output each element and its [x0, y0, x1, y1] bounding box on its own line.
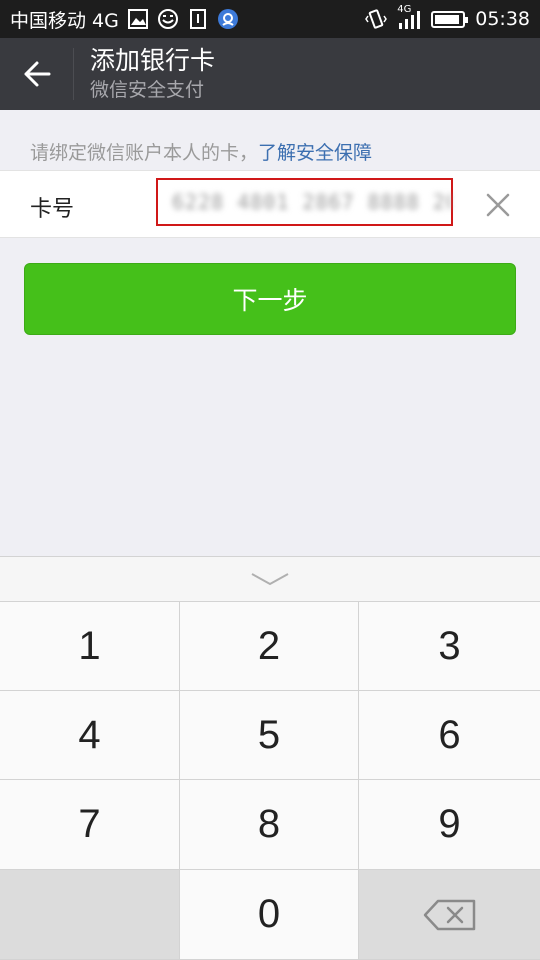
key-4[interactable]: 4	[0, 691, 180, 780]
gallery-icon	[127, 9, 148, 29]
key-2[interactable]: 2	[180, 602, 359, 691]
backspace-icon	[423, 899, 475, 930]
carrier-label: 中国移动 4G	[10, 9, 119, 32]
security-link[interactable]: 了解安全保障	[258, 142, 372, 164]
battery-icon	[431, 10, 469, 28]
status-right: 4G 05:38	[365, 4, 530, 30]
status-time: 05:38	[475, 8, 530, 30]
key-3[interactable]: 3	[359, 602, 540, 691]
next-button[interactable]: 下一步	[24, 263, 516, 335]
security-notice: 请绑定微信账户本人的卡，了解安全保障	[30, 138, 372, 165]
keypad-collapse-handle[interactable]	[0, 557, 540, 602]
key-blank	[0, 870, 180, 960]
key-delete[interactable]	[359, 870, 540, 960]
title-group: 添加银行卡 微信安全支付	[90, 45, 215, 103]
key-5[interactable]: 5	[180, 691, 359, 780]
card-number-highlight	[156, 178, 453, 226]
clear-icon[interactable]	[484, 191, 512, 219]
vibrate-icon	[365, 9, 388, 29]
network-type: 4G	[397, 4, 412, 15]
key-8[interactable]: 8	[180, 780, 359, 870]
sim-icon	[189, 9, 206, 29]
app-notification-icon	[217, 9, 238, 29]
page-title: 添加银行卡	[90, 46, 216, 75]
status-left: 中国移动 4G	[10, 6, 239, 33]
back-button[interactable]	[0, 48, 74, 100]
key-7[interactable]: 7	[0, 780, 180, 870]
smiley-icon	[157, 9, 178, 29]
notice-text: 请绑定微信账户本人的卡，	[30, 142, 259, 164]
title-bar: 添加银行卡 微信安全支付	[0, 38, 540, 110]
status-bar: 中国移动 4G 4G 05:38	[0, 0, 540, 38]
key-9[interactable]: 9	[359, 780, 540, 870]
card-number-label: 卡号	[30, 197, 75, 222]
key-6[interactable]: 6	[359, 691, 540, 780]
card-number-row: 卡号	[0, 170, 540, 238]
page-subtitle: 微信安全支付	[90, 79, 205, 101]
back-arrow-icon	[24, 61, 50, 87]
key-0[interactable]: 0	[180, 870, 359, 960]
signal-indicator: 4G	[397, 4, 421, 30]
numeric-keypad: 1 2 3 4 5 6 7 8 9 0	[0, 556, 540, 960]
key-1[interactable]: 1	[0, 602, 180, 691]
card-number-input[interactable]	[172, 190, 451, 214]
keypad-grid: 1 2 3 4 5 6 7 8 9 0	[0, 602, 540, 960]
chevron-down-icon	[251, 573, 289, 586]
